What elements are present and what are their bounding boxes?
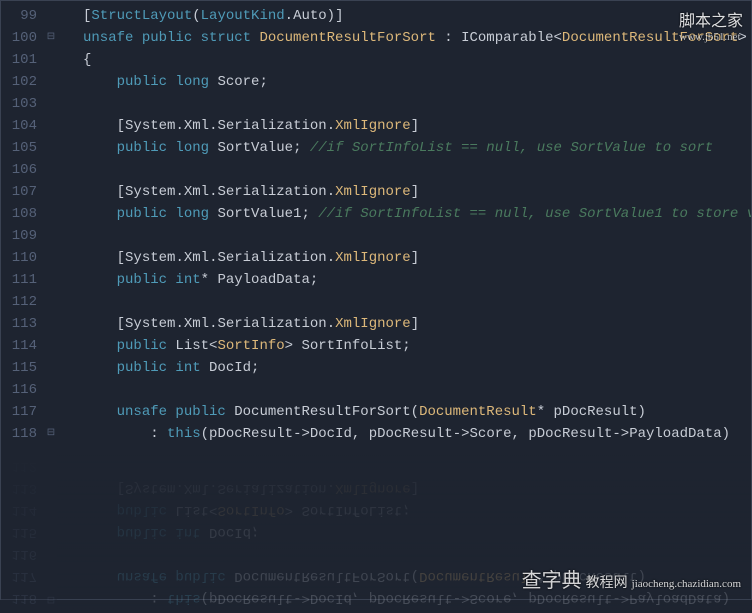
line-number: 107 xyxy=(1,181,37,203)
line-number: 115 xyxy=(1,357,37,379)
code-line[interactable]: public long SortValue1; //if SortInfoLis… xyxy=(57,203,751,225)
fold-toggle-icon[interactable]: ⊟ xyxy=(45,27,57,49)
line-number: 110 xyxy=(1,247,37,269)
line-number: 100 xyxy=(1,27,37,49)
watermark-top: 脚本之家 www.jb51.net xyxy=(679,7,743,43)
line-number: 108 xyxy=(1,203,37,225)
line-number: 104 xyxy=(1,115,37,137)
code-line[interactable] xyxy=(57,159,751,181)
fold-gutter[interactable]: ⊟⊟ xyxy=(45,1,57,599)
line-number: 106 xyxy=(1,159,37,181)
code-line[interactable] xyxy=(57,379,751,401)
code-editor[interactable]: 9910010110210310410510610710810911011111… xyxy=(1,1,751,599)
watermark-bottom: 查字典 教程网 jiaocheng.chazidian.com xyxy=(522,564,741,593)
line-number: 113 xyxy=(1,313,37,335)
code-line[interactable] xyxy=(57,225,751,247)
code-line[interactable]: [System.Xml.Serialization.XmlIgnore] xyxy=(57,247,751,269)
code-line[interactable]: public int DocId; xyxy=(57,357,751,379)
watermark-bottom-title: 查字典 xyxy=(522,564,582,593)
line-number: 109 xyxy=(1,225,37,247)
code-line[interactable]: public List<SortInfo> SortInfoList; xyxy=(57,335,751,357)
line-number: 112 xyxy=(1,291,37,313)
code-line[interactable]: : this(pDocResult->DocId, pDocResult->Sc… xyxy=(57,423,751,445)
code-line[interactable] xyxy=(57,291,751,313)
line-number: 105 xyxy=(1,137,37,159)
watermark-top-sub: www.jb51.net xyxy=(679,31,743,43)
line-number: 101 xyxy=(1,49,37,71)
line-number: 99 xyxy=(1,5,37,27)
code-line[interactable]: [System.Xml.Serialization.XmlIgnore] xyxy=(57,181,751,203)
code-line[interactable]: [System.Xml.Serialization.XmlIgnore] xyxy=(57,115,751,137)
line-number: 116 xyxy=(1,379,37,401)
line-number: 118 xyxy=(1,423,37,445)
line-number: 103 xyxy=(1,93,37,115)
line-number-gutter: 9910010110210310410510610710810911011111… xyxy=(1,1,45,599)
line-number: 117 xyxy=(1,401,37,423)
watermark-bottom-suffix: 教程网 xyxy=(586,572,628,592)
code-line[interactable]: [System.Xml.Serialization.XmlIgnore] xyxy=(57,313,751,335)
code-line[interactable]: unsafe public struct DocumentResultForSo… xyxy=(57,27,751,49)
code-line[interactable]: public long Score; xyxy=(57,71,751,93)
watermark-bottom-sub: jiaocheng.chazidian.com xyxy=(632,578,741,590)
watermark-top-title: 脚本之家 xyxy=(679,7,743,31)
code-line[interactable]: [StructLayout(LayoutKind.Auto)] xyxy=(57,5,751,27)
code-line[interactable]: unsafe public DocumentResultForSort(Docu… xyxy=(57,401,751,423)
code-line[interactable] xyxy=(57,93,751,115)
fold-toggle-icon[interactable]: ⊟ xyxy=(45,423,57,445)
code-line[interactable]: public int* PayloadData; xyxy=(57,269,751,291)
line-number: 102 xyxy=(1,71,37,93)
code-line[interactable]: public long SortValue; //if SortInfoList… xyxy=(57,137,751,159)
line-number: 111 xyxy=(1,269,37,291)
line-number: 114 xyxy=(1,335,37,357)
code-area[interactable]: [StructLayout(LayoutKind.Auto)]unsafe pu… xyxy=(57,1,751,599)
code-line[interactable]: { xyxy=(57,49,751,71)
